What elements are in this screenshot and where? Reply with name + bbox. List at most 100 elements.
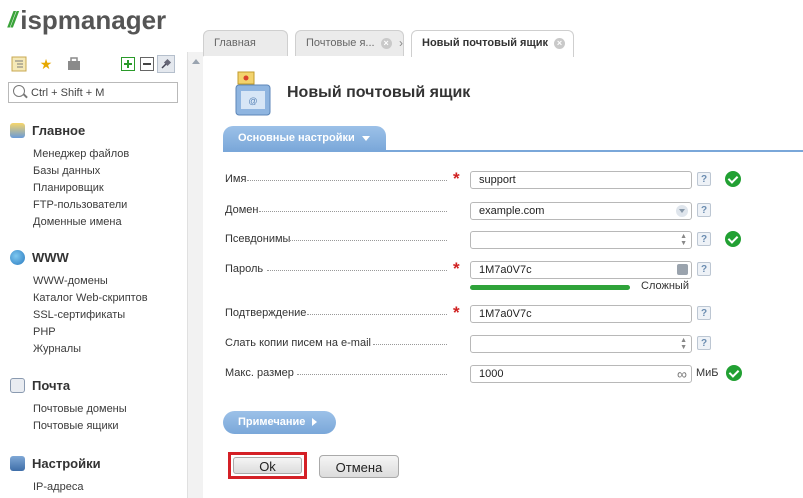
nav-group-title: Главное [32, 122, 86, 138]
collapse-arrow-icon [192, 59, 200, 64]
sidebar-item-ip-addresses[interactable]: IP-адреса [33, 479, 101, 496]
leader-dots [289, 240, 447, 241]
resize-arrows-icon[interactable]: ▲ ▼ [680, 233, 687, 247]
chevron-right-icon [312, 418, 318, 427]
tab-mailboxes[interactable]: Почтовые я... × [295, 30, 404, 56]
search-input[interactable] [31, 84, 171, 101]
chevron-down-icon [676, 205, 688, 217]
tab-new-mailbox[interactable]: Новый почтовый ящик × [411, 30, 574, 58]
field-value: 1M7a0V7c [479, 308, 532, 320]
size-unit: МиБ [696, 367, 719, 379]
nav-group-main-header[interactable]: Главное [10, 121, 129, 139]
close-icon[interactable]: × [554, 37, 566, 49]
nav-group-title: Настройки [32, 455, 101, 471]
favorites-star-icon[interactable]: ★ [37, 55, 55, 73]
form-row-aliases: Псевдонимы ▲ ▼ ? [225, 229, 785, 251]
sidebar-item-ftp-users[interactable]: FTP-пользователи [33, 197, 129, 214]
mailbox-icon: @ [232, 69, 276, 119]
search-icon [13, 85, 25, 97]
expand-all-icon[interactable] [119, 55, 137, 73]
tab-label: Почтовые я... [306, 37, 375, 49]
sidebar-collapse-bar[interactable] [187, 52, 204, 498]
globe-icon [10, 249, 25, 265]
sidebar-item-php[interactable]: PHP [33, 324, 148, 341]
domain-select[interactable]: example.com [470, 202, 692, 220]
leader-dots [373, 344, 447, 345]
sidebar-item-web-scripts[interactable]: Каталог Web-скриптов [33, 290, 148, 307]
nav-group-mail: Почта Почтовые домены Почтовые ящики [10, 376, 127, 435]
page-title: Новый почтовый ящик [287, 84, 471, 101]
nav-group-www: WWW WWW-домены Каталог Web-скриптов SSL-… [10, 248, 148, 358]
help-icon[interactable]: ? [697, 172, 711, 186]
copy-email-field[interactable]: ▲ ▼ [470, 335, 692, 353]
leader-dots [247, 180, 447, 181]
sidebar-search[interactable] [8, 82, 178, 103]
help-icon[interactable]: ? [697, 336, 711, 350]
sidebar-item-file-manager[interactable]: Менеджер файлов [33, 146, 129, 163]
pin-icon[interactable] [157, 55, 175, 73]
note-button-label: Примечание [238, 416, 306, 428]
field-label: Подтверждение [225, 307, 307, 319]
field-value: 1000 [479, 368, 504, 380]
cancel-button[interactable]: Отмена [319, 455, 399, 478]
help-icon[interactable]: ? [697, 306, 711, 320]
field-value: 1M7a0V7c [479, 264, 532, 276]
ok-button-label: Ok [233, 457, 302, 474]
ok-button[interactable]: Ok [228, 452, 307, 479]
svg-text:@: @ [248, 96, 257, 106]
required-marker: * [453, 169, 460, 188]
leader-dots [307, 314, 447, 315]
confirm-password-field[interactable]: 1M7a0V7c [470, 305, 692, 323]
sidebar-item-databases[interactable]: Базы данных [33, 163, 129, 180]
sidebar-item-logs[interactable]: Журналы [33, 341, 148, 358]
tab-label: Главная [214, 37, 256, 49]
section-tab-basic[interactable]: Основные настройки [223, 126, 386, 151]
help-icon[interactable]: ? [697, 203, 711, 217]
password-strength-bar [470, 285, 630, 290]
note-button[interactable]: Примечание [223, 411, 336, 434]
help-icon[interactable]: ? [697, 232, 711, 246]
help-icon[interactable]: ? [697, 262, 711, 276]
valid-check-icon [725, 171, 741, 187]
sidebar-item-mailboxes[interactable]: Почтовые ящики [33, 418, 127, 435]
field-label: Слать копии писем на e-mail [225, 337, 371, 349]
valid-check-icon [726, 365, 742, 381]
section-divider [223, 150, 803, 152]
nav-group-settings-header[interactable]: Настройки [10, 454, 101, 472]
form-row-confirm: Подтверждение * 1M7a0V7c ? [225, 303, 785, 325]
chevron-down-icon [361, 135, 370, 141]
sidebar-item-scheduler[interactable]: Планировщик [33, 180, 129, 197]
sidebar-item-domain-names[interactable]: Доменные имена [33, 214, 129, 231]
password-field[interactable]: 1M7a0V7c [470, 261, 692, 279]
tree-menu-icon[interactable] [10, 55, 28, 73]
form-row-name: Имя * support ? [225, 169, 785, 191]
field-label: Пароль [225, 263, 264, 275]
sidebar-item-www-domains[interactable]: WWW-домены [33, 273, 148, 290]
mail-icon [10, 377, 25, 393]
leader-dots [267, 270, 447, 271]
nav-group-mail-header[interactable]: Почта [10, 376, 127, 394]
briefcase-icon[interactable] [65, 55, 83, 73]
nav-group-www-header[interactable]: WWW [10, 248, 148, 266]
required-marker: * [453, 259, 460, 278]
sidebar-item-ssl[interactable]: SSL-сертификаты [33, 307, 148, 324]
password-strength-label: Сложный [641, 280, 689, 292]
field-value: example.com [479, 205, 545, 217]
generate-password-icon[interactable] [677, 264, 688, 275]
tab-label: Новый почтовый ящик [422, 37, 549, 49]
max-size-field[interactable]: 1000 ∞ [470, 365, 692, 383]
nav-group-title: Почта [32, 377, 71, 393]
sidebar-item-mail-domains[interactable]: Почтовые домены [33, 401, 127, 418]
collapse-all-icon[interactable] [138, 55, 156, 73]
name-field[interactable]: support [470, 171, 692, 189]
field-label: Псевдонимы [225, 233, 291, 245]
tab-home[interactable]: Главная [203, 30, 288, 56]
leader-dots [259, 211, 447, 212]
form-row-password: Пароль * 1M7a0V7c ? [225, 259, 785, 281]
unlimited-infinity-icon[interactable]: ∞ [677, 366, 687, 382]
aliases-field[interactable]: ▲ ▼ [470, 231, 692, 249]
field-value: support [479, 174, 516, 186]
sidebar-toolbar: ★ [8, 53, 180, 75]
close-icon[interactable]: × [380, 37, 392, 49]
resize-arrows-icon[interactable]: ▲ ▼ [680, 337, 687, 351]
